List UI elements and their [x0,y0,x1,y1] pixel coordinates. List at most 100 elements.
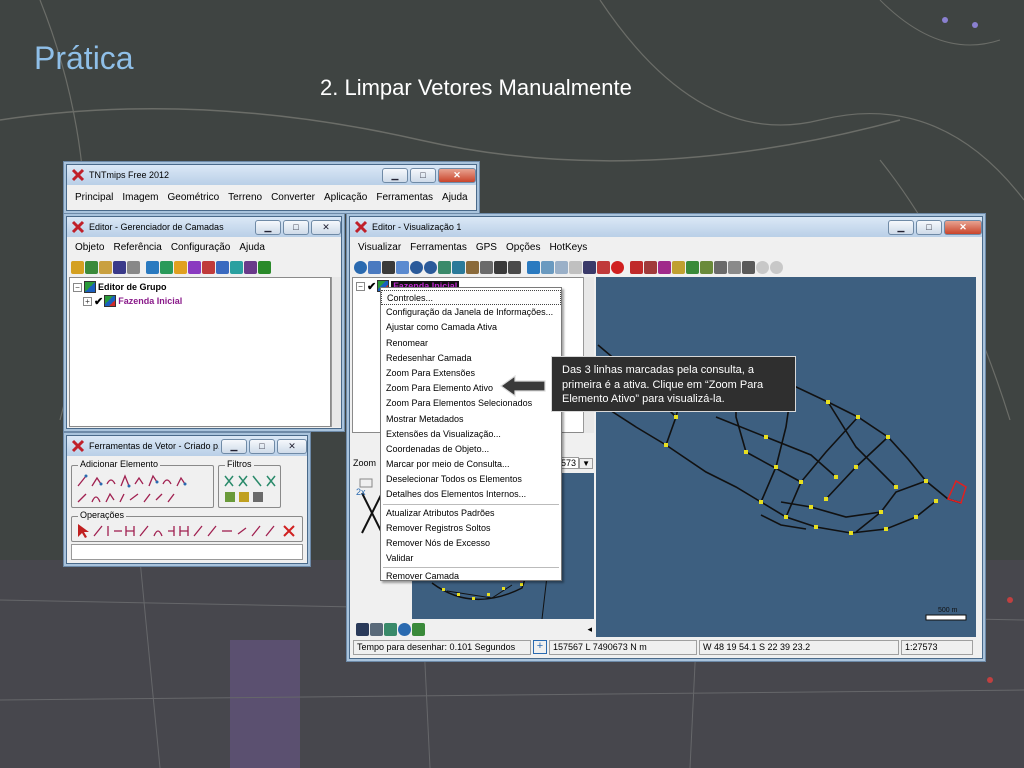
close-button[interactable]: ✕ [438,167,476,183]
gps-icon[interactable] [541,260,554,274]
query-icon[interactable] [583,260,596,274]
select-icon[interactable] [555,260,568,274]
menu-ferramentas[interactable]: Ferramentas [410,242,467,253]
legend-icon[interactable] [356,622,369,636]
maximize-button[interactable]: □ [249,438,275,454]
menu-opcoes[interactable]: Opções [506,242,540,253]
minimize-button[interactable]: ▁ [382,167,408,183]
minimize-button[interactable]: ▁ [888,219,914,235]
menu-ajuda[interactable]: Ajuda [442,192,468,203]
tin-icon[interactable] [230,260,243,274]
menu-objeto[interactable]: Objeto [75,242,104,253]
zoom-previous-icon[interactable] [438,260,451,274]
sketch-icon[interactable] [686,260,699,274]
zoom-out-icon[interactable] [424,260,437,274]
menu-converter[interactable]: Converter [271,192,315,203]
grid-icon[interactable] [244,260,257,274]
add-layer-icon[interactable] [146,260,159,274]
menu-ajuda[interactable]: Ajuda [239,242,265,253]
close-button[interactable]: ✕ [277,438,307,454]
ctx-detalhes-elementos-internos[interactable]: Detalhes dos Elementos Internos... [381,487,561,502]
menu-imagem[interactable]: Imagem [122,192,158,203]
edit-tool-icon[interactable] [672,260,685,274]
zoom-previous-small-icon[interactable] [384,622,397,636]
open-folder-icon[interactable] [99,260,112,274]
tree-group-row[interactable]: − Editor de Grupo [70,280,330,294]
pencil-icon[interactable] [71,260,84,274]
visible-check-icon[interactable]: ✔ [367,280,376,293]
raster-tool-icon[interactable] [630,260,643,274]
camera-icon[interactable] [508,260,521,274]
redo-icon[interactable] [770,260,783,274]
ctx-marcar-consulta[interactable]: Marcar por meio de Consulta... [381,457,561,472]
zoom-dropdown-icon[interactable]: ▼ [579,457,593,469]
text-icon[interactable] [216,260,229,274]
menu-hotkeys[interactable]: HotKeys [549,242,587,253]
ctx-extensoes-visualizacao[interactable]: Extensões da Visualização... [381,427,561,442]
ctx-deselecionar-todos[interactable]: Deselecionar Todos os Elementos [381,472,561,487]
menu-ferramentas[interactable]: Ferramentas [376,192,433,203]
image-icon[interactable] [700,260,713,274]
menu-terreno[interactable]: Terreno [228,192,262,203]
redraw-icon[interactable] [354,260,367,274]
shape-icon[interactable] [202,260,215,274]
filter-tools[interactable] [222,472,280,506]
add-layer-icon[interactable] [527,260,540,274]
ctx-atualizar-atributos[interactable]: Atualizar Atributos Padrões [381,506,561,521]
cad-icon[interactable] [188,260,201,274]
paste-icon[interactable] [742,260,755,274]
ctx-remover-nos-excesso[interactable]: Remover Nós de Excesso [381,536,561,551]
tree-layer-row[interactable]: + ✔ Fazenda Inicial [70,294,330,308]
ctx-remover-registros-soltos[interactable]: Remover Registros Soltos [381,521,561,536]
add-element-tools[interactable] [75,472,213,506]
save-icon[interactable] [113,260,126,274]
pan-icon[interactable] [382,260,395,274]
scroll-left-icon[interactable]: ◂ [587,624,592,635]
vector-icon[interactable] [174,260,187,274]
link-icon[interactable] [597,260,610,274]
maximize-button[interactable]: □ [410,167,436,183]
map-canvas[interactable]: 500 m [596,277,976,637]
database-icon[interactable] [258,260,271,274]
copy-icon[interactable] [728,260,741,274]
search-icon[interactable] [398,622,411,636]
operation-tools[interactable] [74,522,302,540]
zoom-tool-icon[interactable] [644,260,657,274]
cut-icon[interactable] [714,260,727,274]
collapse-icon[interactable]: − [356,281,365,291]
maximize-button[interactable]: □ [283,219,309,235]
crosshair-icon[interactable] [569,260,582,274]
ctx-renomear[interactable]: Renomear [381,336,561,351]
menu-aplicacao[interactable]: Aplicação [324,192,367,203]
ctx-zoom-elementos-selecionados[interactable]: Zoom Para Elementos Selecionados [381,396,561,411]
no-entry-icon[interactable] [611,260,624,274]
measure-icon[interactable] [480,260,493,274]
close-button[interactable]: ✕ [944,219,982,235]
binoculars-icon[interactable] [494,260,507,274]
minimize-button[interactable]: ▁ [255,219,281,235]
zoom-group-icon[interactable] [466,260,479,274]
full-view-icon[interactable] [368,260,381,274]
collapse-icon[interactable]: − [73,282,82,292]
layer-color-icon[interactable] [412,622,425,636]
crosshair-status-icon[interactable]: + [533,640,547,654]
ctx-mostrar-metadados[interactable]: Mostrar Metadados [381,412,561,427]
ctx-redesenhar-camada[interactable]: Redesenhar Camada [381,351,561,366]
ctx-coordenadas-objeto[interactable]: Coordenadas de Objeto... [381,442,561,457]
zoom-in-small-icon[interactable] [370,622,383,636]
pencil-add-icon[interactable] [85,260,98,274]
menu-visualizar[interactable]: Visualizar [358,242,401,253]
layer-tree-scrollbar[interactable] [331,277,341,427]
ctx-config-janela-info[interactable]: Configuração da Janela de Informações... [381,305,561,320]
ctx-controles[interactable]: Controles... [381,290,561,306]
menu-configuracao[interactable]: Configuração [171,242,230,253]
maximize-button[interactable]: □ [916,219,942,235]
ctx-validar[interactable]: Validar [381,551,561,566]
menu-principal[interactable]: Principal [75,192,113,203]
zoom-in-icon[interactable] [410,260,423,274]
menu-gps[interactable]: GPS [476,242,497,253]
raster-icon[interactable] [160,260,173,274]
zoom-layer-icon[interactable] [452,260,465,274]
close-button[interactable]: ✕ [311,219,341,235]
undo-icon[interactable] [756,260,769,274]
